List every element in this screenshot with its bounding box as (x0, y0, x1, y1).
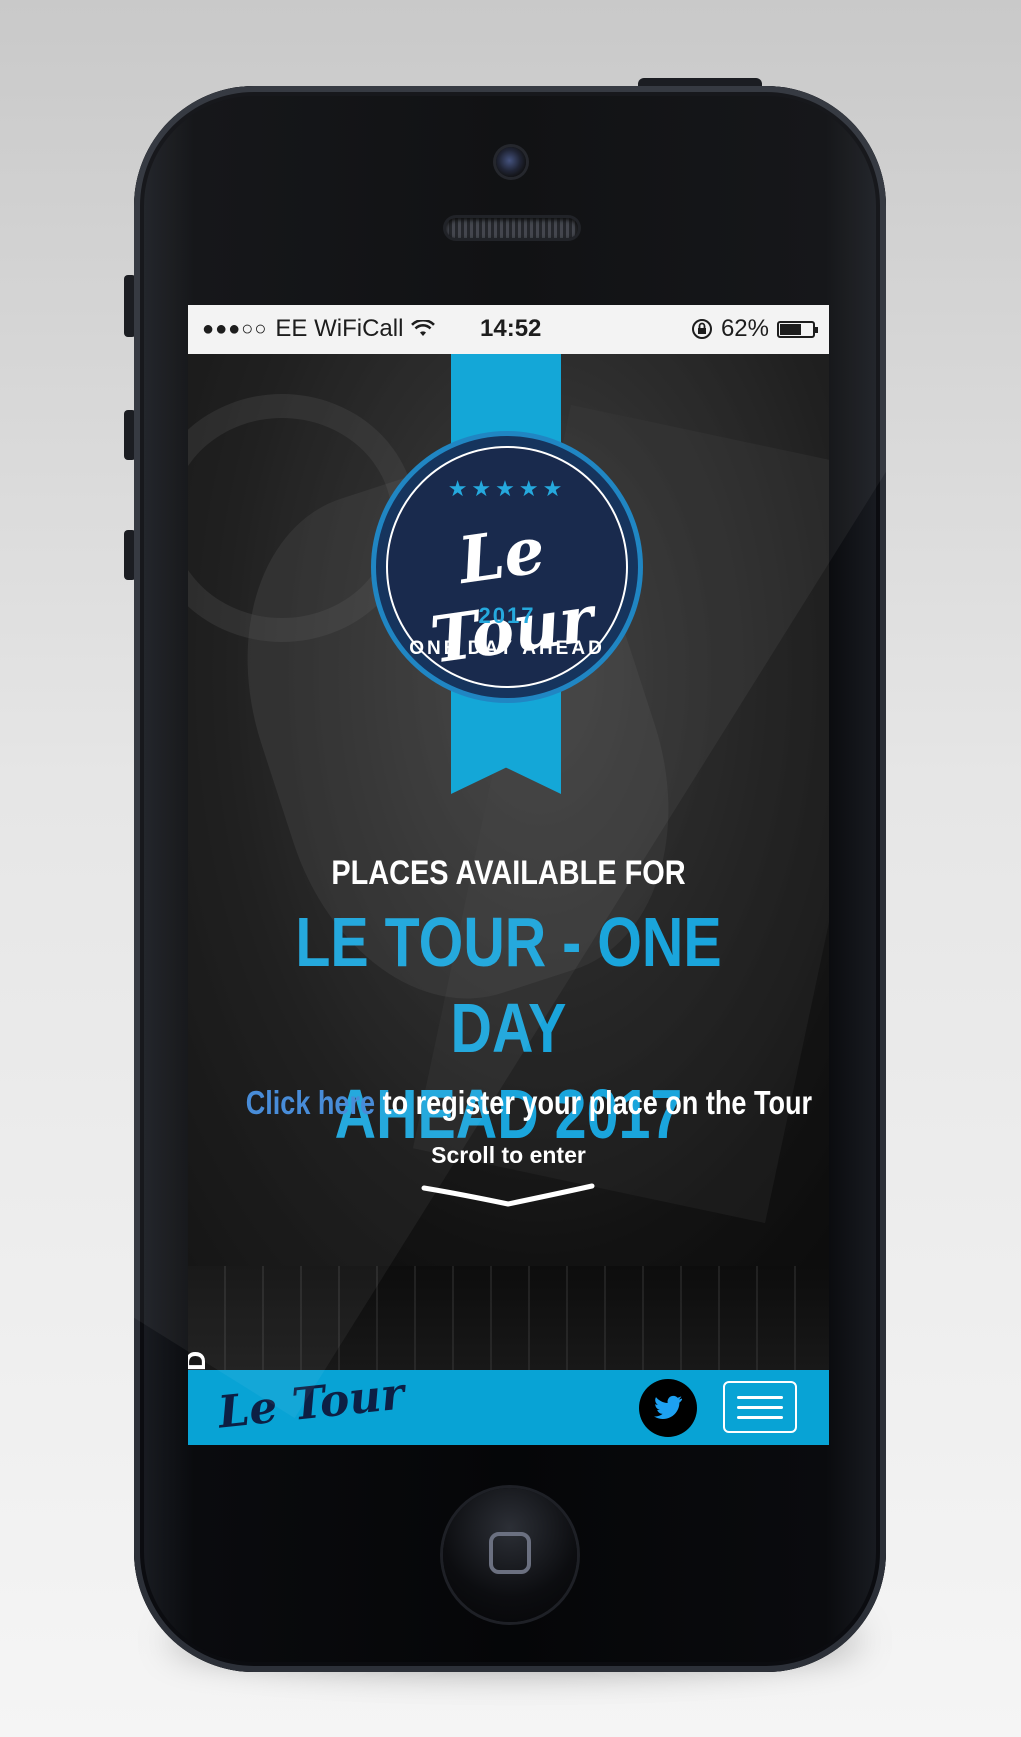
hamburger-menu-button[interactable] (723, 1381, 797, 1433)
badge-subtitle: ONE DAY AHEAD (409, 638, 605, 659)
clock: 14:52 (480, 315, 542, 342)
badge-stars-icon: ★★★★★ (447, 476, 567, 501)
heading-small: PLACES AVAILABLE FOR (331, 854, 686, 892)
signal-strength: ●●●○○ (202, 317, 268, 340)
bottom-navbar: Le Tour (188, 1368, 829, 1445)
battery-icon (777, 320, 818, 338)
orientation-lock-icon (691, 319, 712, 339)
wifi-icon (411, 320, 436, 336)
twitter-button[interactable] (639, 1379, 697, 1437)
click-here-link[interactable]: Click here (246, 1084, 375, 1121)
scroll-down-chevron-icon[interactable] (420, 1180, 596, 1210)
twitter-icon (654, 1395, 682, 1420)
battery-percent: 62% (720, 315, 769, 342)
register-cta-text: to register your place on the Tour (375, 1084, 813, 1121)
earpiece-speaker (446, 218, 578, 238)
navbar-logo[interactable]: Le Tour (216, 1368, 407, 1438)
strip-background (188, 1266, 829, 1370)
phone-screen: ●●●○○ EE WiFiCall 14:52 62% ★★★★★ Le Tou… (188, 305, 829, 1445)
badge-year: 2017 (478, 603, 536, 628)
battery-level-fill (780, 323, 802, 335)
front-camera (496, 147, 526, 177)
menu-line (737, 1415, 783, 1419)
home-button-square-icon (489, 1532, 531, 1574)
carrier-name: EE WiFiCall (275, 315, 404, 342)
scroll-to-enter-label[interactable]: Scroll to enter (188, 1142, 829, 1169)
le-tour-badge-logo: ★★★★★ Le Tour 2017 ONE DAY AHEAD (376, 436, 638, 698)
menu-line (737, 1405, 783, 1409)
content-preview-strip (188, 1266, 829, 1370)
menu-line (737, 1395, 783, 1399)
hero-section: ★★★★★ Le Tour 2017 ONE DAY AHEAD PLACES … (188, 354, 829, 1266)
heading-large-line1: LE TOUR - ONE DAY (295, 903, 722, 1067)
home-button[interactable] (443, 1488, 577, 1622)
register-cta: Click here to register your place on the… (246, 1084, 812, 1122)
status-bar: ●●●○○ EE WiFiCall 14:52 62% (188, 305, 829, 354)
